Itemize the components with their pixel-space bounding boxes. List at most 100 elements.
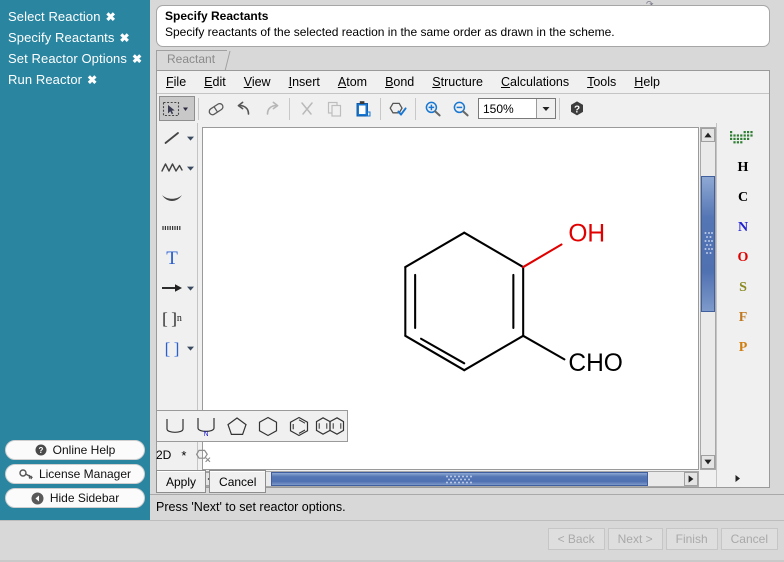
- hide-sidebar-button[interactable]: Hide Sidebar: [5, 488, 145, 508]
- close-icon[interactable]: ✖: [87, 73, 97, 87]
- arrow-tool[interactable]: [157, 273, 197, 303]
- wizard-button-group: < Back Next > Finish Cancel: [545, 528, 778, 550]
- sidebar-step-select-reaction[interactable]: Select Reaction✖: [0, 6, 150, 27]
- menu-atom[interactable]: Atom: [329, 72, 376, 92]
- hydroxyl-label: OH: [568, 221, 605, 248]
- cancel-label: Cancel: [219, 475, 256, 489]
- menu-bar: File Edit View Insert Atom Bond Structur…: [157, 71, 769, 94]
- apply-label: Apply: [166, 475, 196, 489]
- toolbar-separator: [415, 98, 416, 120]
- help-circle-icon: ?: [35, 444, 47, 456]
- menu-insert[interactable]: Insert: [280, 72, 329, 92]
- vertical-scroll-thumb[interactable]: [701, 176, 715, 312]
- repeating-bracket-tool[interactable]: [ ]n: [157, 303, 197, 333]
- page-subtitle: Specify reactants of the selected reacti…: [165, 24, 761, 40]
- eraser-tool[interactable]: [202, 96, 230, 121]
- element-f-button[interactable]: F: [717, 303, 769, 333]
- zoom-level-combobox[interactable]: 150%: [478, 98, 556, 119]
- online-help-button[interactable]: ? Online Help: [5, 440, 145, 460]
- next-button[interactable]: Next >: [608, 528, 663, 550]
- chevron-down-icon[interactable]: [536, 99, 555, 118]
- tab-reactant[interactable]: Reactant: [156, 50, 227, 70]
- back-button[interactable]: < Back: [548, 528, 605, 550]
- editor-status-row: 2D *: [156, 446, 212, 464]
- chevron-down-icon[interactable]: [187, 346, 196, 351]
- license-manager-label: License Manager: [39, 467, 131, 481]
- remove-explicit-hydrogens-icon[interactable]: [196, 447, 212, 463]
- hide-sidebar-label: Hide Sidebar: [50, 491, 119, 505]
- sidebar-step-specify-reactants[interactable]: Specify Reactants✖: [0, 27, 150, 48]
- help-hexagon-icon[interactable]: ?: [563, 96, 591, 121]
- close-icon[interactable]: ✖: [106, 10, 116, 24]
- paste-button[interactable]: [349, 96, 377, 121]
- wedge-curve-tool[interactable]: [157, 183, 197, 213]
- apply-button[interactable]: Apply: [156, 470, 206, 493]
- hashed-bond-icon: [157, 219, 187, 237]
- horizontal-scrollbar[interactable]: [202, 471, 699, 487]
- license-manager-button[interactable]: License Manager: [5, 464, 145, 484]
- benzene-template[interactable]: [283, 412, 314, 440]
- element-n-button[interactable]: N: [717, 213, 769, 243]
- finish-button[interactable]: Finish: [666, 528, 718, 550]
- pyrrole-template[interactable]: N: [190, 412, 221, 440]
- cyclobutane-template[interactable]: [159, 412, 190, 440]
- close-icon[interactable]: ✖: [132, 52, 142, 66]
- cyclohexane-template[interactable]: [252, 412, 283, 440]
- element-c-button[interactable]: C: [717, 183, 769, 213]
- zoom-out-button[interactable]: [447, 96, 475, 121]
- grip-dots-icon: [704, 231, 713, 257]
- element-o-button[interactable]: O: [717, 243, 769, 273]
- element-p-button[interactable]: P: [717, 333, 769, 363]
- periodic-table-icon[interactable]: [717, 123, 769, 153]
- element-h-button[interactable]: H: [717, 153, 769, 183]
- sidebar-step-set-reactor-options[interactable]: Set Reactor Options✖: [0, 48, 150, 69]
- copy-button[interactable]: [321, 96, 349, 121]
- select-rectangle-tool[interactable]: [159, 96, 195, 121]
- hashed-bond-tool[interactable]: [157, 213, 197, 243]
- element-s-button[interactable]: S: [717, 273, 769, 303]
- element-symbol: H: [738, 160, 749, 176]
- redo-button[interactable]: [258, 96, 286, 121]
- scroll-down-button[interactable]: [701, 455, 715, 469]
- wizard-cancel-label: Cancel: [731, 532, 768, 546]
- menu-calculations[interactable]: Calculations: [492, 72, 578, 92]
- menu-help[interactable]: Help: [625, 72, 669, 92]
- element-palette: H C N O S F P: [716, 123, 769, 487]
- svg-text:?: ?: [38, 446, 43, 455]
- zoom-in-button[interactable]: [419, 96, 447, 121]
- chevron-down-icon[interactable]: [187, 286, 196, 291]
- menu-view[interactable]: View: [235, 72, 280, 92]
- toolbar-separator: [289, 98, 290, 120]
- cyclopentane-template[interactable]: [221, 412, 252, 440]
- bracket-tool[interactable]: [ ]: [157, 333, 197, 363]
- element-symbol: C: [738, 190, 748, 206]
- sidebar-step-run-reactor[interactable]: Run Reactor✖: [0, 69, 150, 90]
- wizard-footer: < Back Next > Finish Cancel: [0, 520, 784, 562]
- dimension-mode-label[interactable]: 2D: [156, 448, 171, 462]
- chevron-down-icon[interactable]: [187, 166, 196, 171]
- divider: [0, 520, 784, 521]
- menu-bond[interactable]: Bond: [376, 72, 423, 92]
- more-elements-icon[interactable]: [717, 474, 757, 485]
- chain-tool[interactable]: [157, 153, 197, 183]
- cut-button[interactable]: [293, 96, 321, 121]
- scroll-right-button[interactable]: [684, 472, 698, 486]
- single-bond-tool[interactable]: [157, 123, 197, 153]
- horizontal-scroll-thumb[interactable]: [271, 472, 648, 486]
- menu-file[interactable]: File: [157, 72, 195, 92]
- menu-edit[interactable]: Edit: [195, 72, 235, 92]
- naphthalene-template[interactable]: [314, 412, 345, 440]
- close-icon[interactable]: ✖: [119, 31, 129, 45]
- menu-structure[interactable]: Structure: [423, 72, 492, 92]
- scroll-up-button[interactable]: [701, 128, 715, 142]
- undo-button[interactable]: [230, 96, 258, 121]
- structure-check-button[interactable]: [384, 96, 412, 121]
- cancel-button[interactable]: Cancel: [209, 470, 266, 493]
- wizard-cancel-button[interactable]: Cancel: [721, 528, 778, 550]
- zoom-level-value: 150%: [479, 102, 536, 116]
- reaction-arrow-icon: [157, 279, 187, 297]
- vertical-scrollbar[interactable]: [700, 127, 716, 470]
- menu-tools[interactable]: Tools: [578, 72, 625, 92]
- text-tool[interactable]: T: [157, 243, 197, 273]
- chevron-down-icon[interactable]: [187, 136, 196, 141]
